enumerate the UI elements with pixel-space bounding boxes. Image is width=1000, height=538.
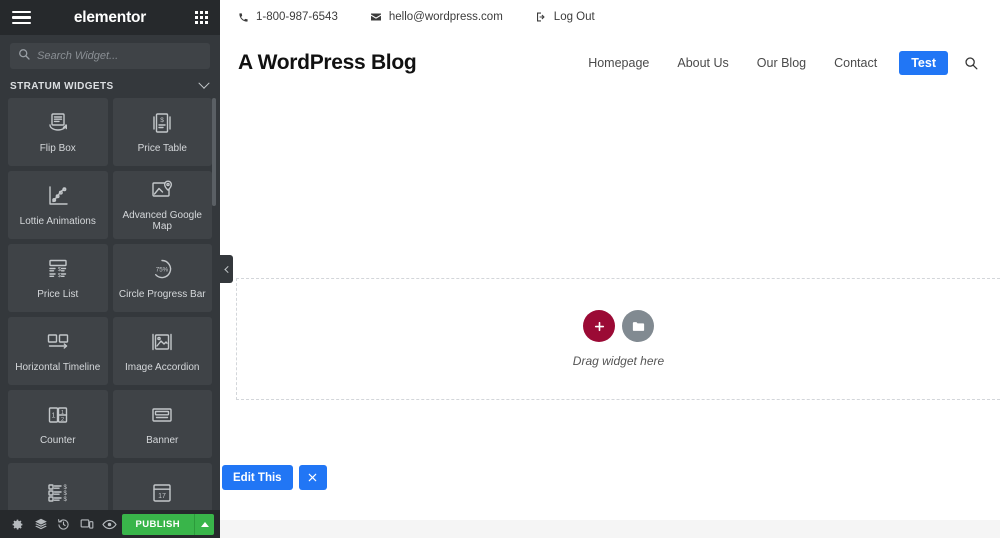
- widget-card[interactable]: 1 1 2 Counter: [8, 389, 108, 458]
- topbar-email-text: hello@wordpress.com: [388, 11, 503, 23]
- topbar-phone[interactable]: 1-800-987-6543: [238, 11, 338, 23]
- widget-card-label: Price Table: [137, 142, 187, 154]
- image-accordion-icon: [150, 329, 174, 355]
- settings-gear-icon[interactable]: [6, 510, 29, 538]
- search-input[interactable]: [37, 50, 202, 62]
- chevron-down-icon[interactable]: [198, 77, 210, 90]
- history-revisions-icon[interactable]: [52, 510, 75, 538]
- site-preview: 1-800-987-6543 hello@wordpress.com Log O…: [220, 0, 1000, 538]
- widget-card[interactable]: 17: [112, 462, 212, 510]
- main-nav: Homepage About Us Our Blog Contact Test: [574, 51, 956, 75]
- horizontal-timeline-icon: [46, 329, 70, 355]
- widget-card[interactable]: Image Accordion: [112, 316, 212, 385]
- nav-search-icon[interactable]: [956, 56, 982, 70]
- svg-text:$: $: [160, 117, 164, 124]
- add-section-button[interactable]: [583, 310, 615, 342]
- svg-text:$: $: [58, 273, 61, 279]
- panel-scrollbar[interactable]: [212, 97, 216, 510]
- publish-options-button[interactable]: [194, 513, 214, 535]
- widget-card-label: Circle Progress Bar: [118, 288, 206, 300]
- counter-icon: 1 1 2: [46, 402, 70, 428]
- widget-card-label: Price List: [37, 288, 79, 300]
- panel-search-wrap: [0, 35, 220, 75]
- widget-card[interactable]: $ $ $: [8, 462, 108, 510]
- widget-card[interactable]: Lottie Animations: [8, 170, 108, 239]
- footer-cta-section: I am the footer call-to-action block, he…: [220, 520, 1000, 538]
- search-icon: [18, 47, 30, 65]
- template-library-button[interactable]: [622, 310, 654, 342]
- widget-card[interactable]: Banner: [112, 389, 212, 458]
- elementor-logo: elementor: [73, 8, 147, 26]
- responsive-mode-icon[interactable]: [75, 510, 98, 538]
- topbar-phone-text: 1-800-987-6543: [256, 11, 338, 23]
- map-pin-icon: [150, 177, 174, 203]
- widget-card[interactable]: 75% Circle Progress Bar: [112, 243, 212, 312]
- price-list-icon: $ $: [46, 256, 70, 282]
- svg-text:75%: 75%: [156, 266, 169, 273]
- widget-grid: Flip Box $ Price Table Lottie Animations…: [8, 97, 212, 510]
- widget-card[interactable]: Flip Box: [8, 97, 108, 166]
- widget-card-label: Lottie Animations: [19, 215, 96, 227]
- topbar-logout-text: Log Out: [553, 11, 595, 23]
- nav-link-homepage[interactable]: Homepage: [574, 56, 663, 70]
- publish-group: PUBLISH: [121, 513, 214, 535]
- widget-category-label: STRATUM WIDGETS: [10, 80, 114, 92]
- svg-text:1: 1: [61, 410, 64, 416]
- caret-up-icon: [200, 521, 209, 527]
- chevron-left-icon: [224, 265, 232, 273]
- panel-footer: PUBLISH: [0, 510, 220, 538]
- topbar-email[interactable]: hello@wordpress.com: [370, 11, 503, 23]
- widget-card-label: Horizontal Timeline: [15, 361, 101, 373]
- widget-category-stratum[interactable]: STRATUM WIDGETS: [0, 75, 220, 98]
- widget-card-label: Counter: [39, 434, 76, 446]
- widget-card-label: Advanced Google Map: [122, 210, 202, 233]
- calendar-17-icon: 17: [150, 480, 174, 506]
- topbar-logout[interactable]: Log Out: [535, 11, 595, 23]
- nav-link-contact[interactable]: Contact: [820, 56, 891, 70]
- drag-widget-dropzone[interactable]: Drag widget here: [236, 278, 1000, 400]
- panel-collapse-handle[interactable]: [220, 255, 233, 283]
- widget-card[interactable]: Horizontal Timeline: [8, 316, 108, 385]
- edit-this-button[interactable]: Edit This: [222, 465, 293, 490]
- circle-progress-icon: 75%: [150, 256, 174, 282]
- site-title: A WordPress Blog: [238, 51, 417, 74]
- lottie-animations-icon: [46, 183, 70, 209]
- widget-card[interactable]: $ $ Price List: [8, 243, 108, 312]
- flip-box-icon: [46, 110, 70, 136]
- navigator-layers-icon[interactable]: [29, 510, 52, 538]
- site-topbar: 1-800-987-6543 hello@wordpress.com Log O…: [220, 0, 1000, 34]
- widget-card[interactable]: Advanced Google Map: [112, 170, 212, 239]
- close-x-icon[interactable]: [298, 465, 327, 490]
- price-menu-icon: $ $ $: [46, 480, 70, 506]
- svg-text:17: 17: [158, 493, 166, 500]
- site-header: A WordPress Blog Homepage About Us Our Blo…: [220, 34, 1000, 92]
- elementor-panel: elementor STRATUM WIDGETS Flip Box $ Pri…: [0, 0, 220, 538]
- widget-card-label: Image Accordion: [125, 361, 200, 373]
- envelope-icon: [370, 11, 382, 23]
- banner-icon: [150, 402, 174, 428]
- nav-link-test[interactable]: Test: [899, 51, 948, 75]
- svg-text:$: $: [63, 497, 67, 503]
- dropzone-buttons: [583, 310, 654, 342]
- dropzone-label: Drag widget here: [572, 354, 665, 368]
- search-box[interactable]: [10, 43, 210, 69]
- edit-toolbar: Edit This: [222, 465, 327, 490]
- nav-link-about-us[interactable]: About Us: [663, 56, 742, 70]
- widget-card-label: Banner: [146, 434, 179, 446]
- panel-scrollbar-thumb[interactable]: [212, 97, 216, 206]
- hamburger-icon[interactable]: [12, 10, 31, 25]
- nav-link-our-blog[interactable]: Our Blog: [743, 56, 820, 70]
- apps-grid-icon[interactable]: [195, 11, 208, 24]
- logout-icon: [535, 11, 547, 23]
- svg-text:1: 1: [51, 410, 55, 419]
- svg-text:2: 2: [61, 417, 64, 423]
- preview-eye-icon[interactable]: [98, 510, 121, 538]
- publish-button[interactable]: PUBLISH: [121, 513, 194, 535]
- widget-card-label: Flip Box: [39, 142, 76, 154]
- panel-header: elementor: [0, 0, 220, 35]
- widget-card[interactable]: $ Price Table: [112, 97, 212, 166]
- phone-icon: [238, 12, 249, 23]
- widget-list[interactable]: Flip Box $ Price Table Lottie Animations…: [0, 97, 220, 510]
- price-table-icon: $: [150, 110, 174, 136]
